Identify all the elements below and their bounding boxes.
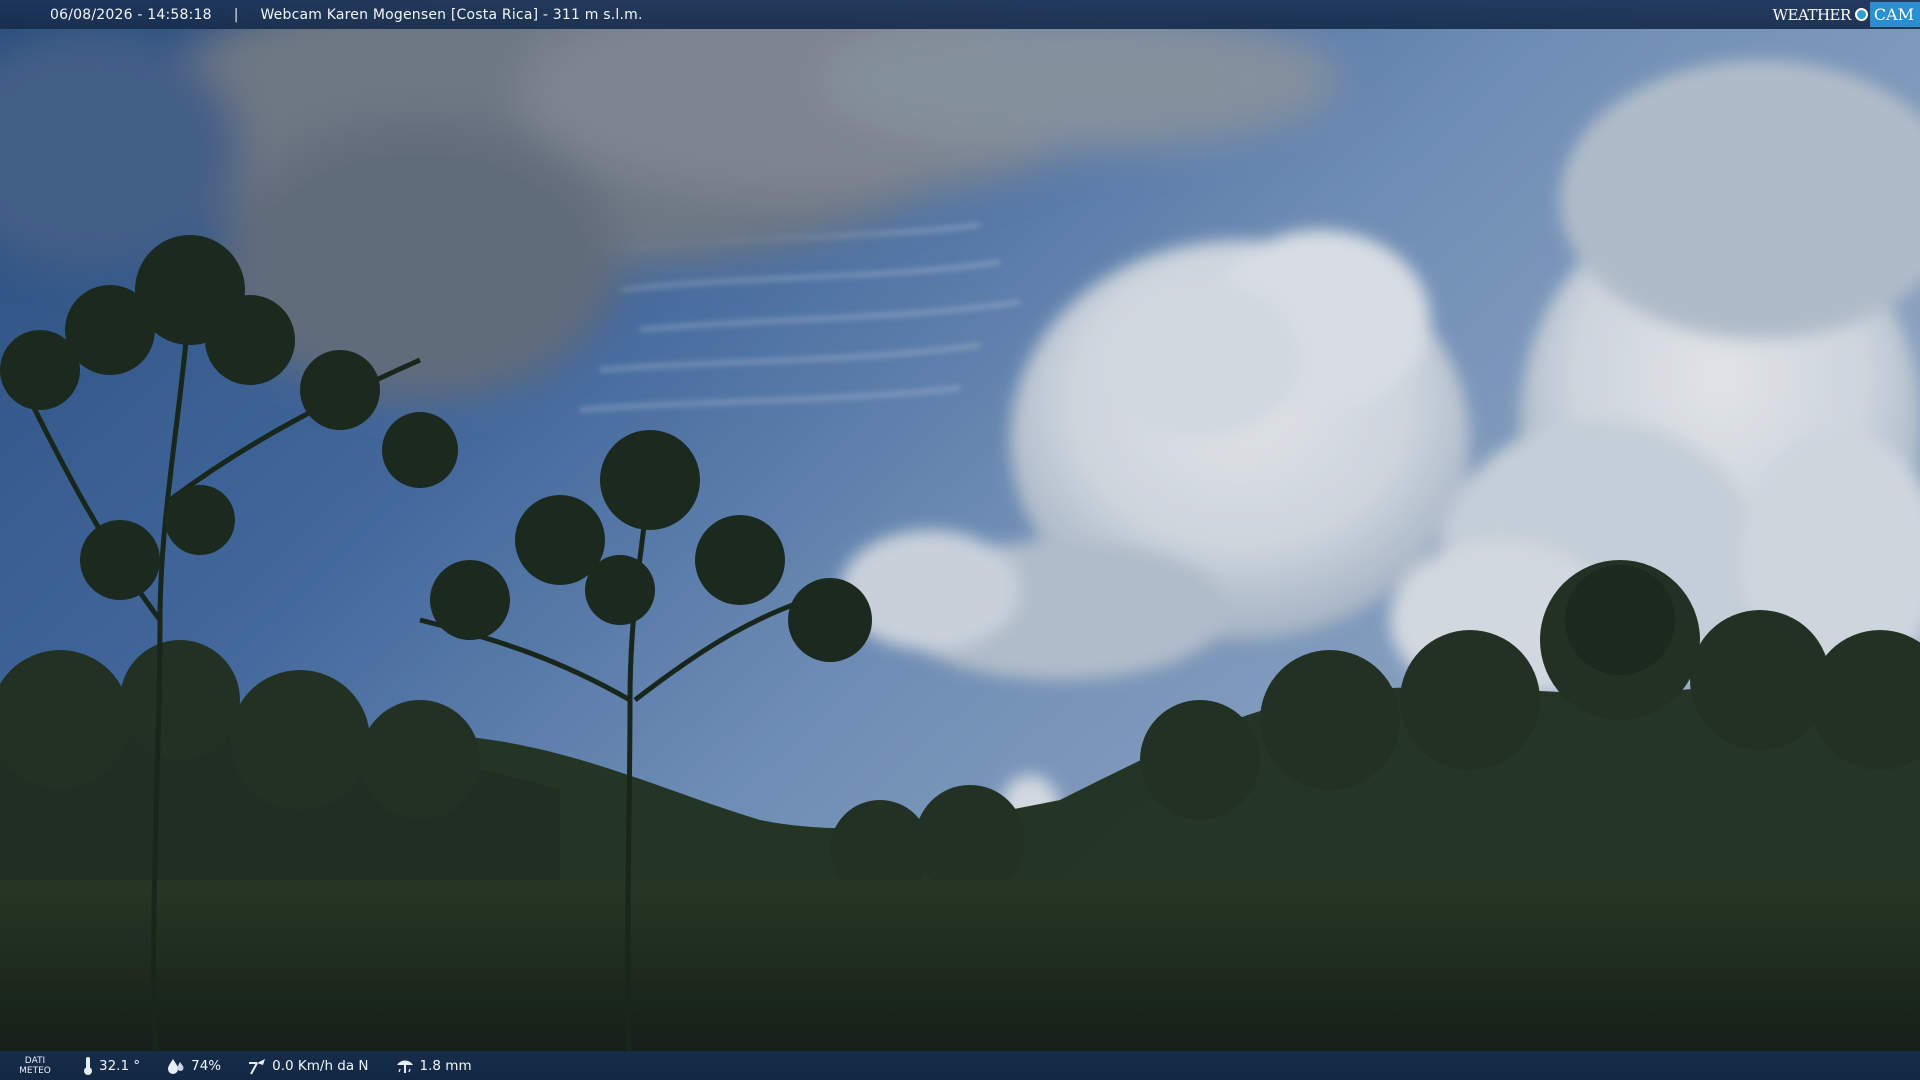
dati-line-2: METEO [19, 1065, 51, 1076]
humidity-value: 74% [191, 1057, 222, 1074]
rain-reading: 1.8 mm [395, 1057, 472, 1075]
webcam-view: 06/08/2026 - 14:58:18 | Webcam Karen Mog… [0, 0, 1920, 1080]
humidity-reading: 74% [166, 1057, 221, 1075]
top-info-bar: 06/08/2026 - 14:58:18 | Webcam Karen Mog… [0, 0, 1920, 29]
wind-vane-icon [249, 1058, 266, 1074]
thermometer-icon [84, 1056, 92, 1075]
webcam-title: Webcam Karen Mogensen [Costa Rica] - 311… [260, 6, 643, 23]
dati-meteo-label: DATI METEO [18, 1056, 52, 1076]
wind-reading: 0.0 Km/h da N [247, 1057, 369, 1075]
rain-gauge-icon [396, 1060, 413, 1073]
temperature-value: 32.1 ° [99, 1057, 141, 1074]
logo-text-cam: CAM [1869, 2, 1920, 27]
humidity-drop-icon [168, 1058, 184, 1074]
temperature-reading: 32.1 ° [82, 1056, 140, 1076]
logo-dot-icon [1854, 8, 1868, 21]
weathercam-logo: WEATHER CAM [1773, 0, 1920, 29]
timestamp: 06/08/2026 - 14:58:18 [50, 6, 212, 23]
logo-text-weather: WEATHER [1772, 5, 1852, 24]
separator: | [233, 6, 239, 23]
dati-line-1: DATI [24, 1055, 46, 1066]
weather-data-bar: DATI METEO 32.1 ° 74% 0.0 Km/h da N 1.8 … [0, 1051, 1920, 1080]
webcam-image [0, 0, 1920, 1080]
wind-value: 0.0 Km/h da N [272, 1057, 369, 1074]
rain-value: 1.8 mm [419, 1057, 472, 1074]
